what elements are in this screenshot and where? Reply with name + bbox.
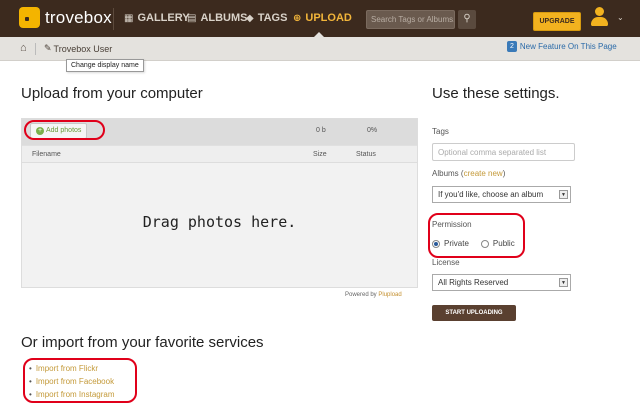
nav-gallery-label: GALLERY bbox=[137, 12, 190, 24]
album-select[interactable]: If you'd like, choose an album ▼ bbox=[432, 186, 571, 203]
import-services-list: Import from Flickr Import from Facebook … bbox=[29, 362, 115, 401]
breadcrumb-divider bbox=[35, 43, 36, 55]
add-photos-button[interactable]: + Add photos bbox=[30, 123, 88, 139]
nav-tags-label: TAGS bbox=[257, 12, 288, 24]
upload-icon: ⊕ bbox=[293, 12, 302, 24]
upload-percent: 0% bbox=[367, 127, 378, 134]
nav-albums-label: ALBUMS bbox=[200, 12, 248, 24]
albums-icon: ▤ bbox=[187, 12, 197, 24]
search-button[interactable]: ⚲ bbox=[458, 10, 476, 29]
file-list-header: Filename Size Status bbox=[22, 145, 417, 163]
column-status: Status bbox=[356, 151, 376, 158]
pencil-icon: ✎ bbox=[44, 43, 52, 53]
import-flickr-link[interactable]: Import from Flickr bbox=[29, 362, 115, 375]
uploader-header: + Add photos 0 b 0% bbox=[22, 119, 417, 145]
new-feature-link[interactable]: 2 New Feature On This Page bbox=[507, 41, 617, 52]
tags-input[interactable]: Optional comma separated list bbox=[432, 143, 575, 161]
add-photos-label: Add photos bbox=[46, 127, 82, 134]
search-icon: ⚲ bbox=[463, 13, 471, 24]
license-label: License bbox=[432, 258, 460, 267]
drop-zone[interactable]: Drag photos here. bbox=[22, 163, 417, 287]
import-heading: Or import from your favorite services bbox=[21, 334, 264, 351]
column-filename: Filename bbox=[32, 151, 61, 158]
start-uploading-button[interactable]: START UPLOADING bbox=[432, 305, 516, 321]
user-avatar-icon[interactable] bbox=[590, 7, 608, 27]
private-label: Private bbox=[444, 239, 469, 248]
tag-icon: ◆ bbox=[246, 12, 254, 24]
create-album-link[interactable]: create new bbox=[464, 169, 503, 178]
nav-tags[interactable]: ◆ TAGS bbox=[246, 12, 287, 24]
upload-heading: Upload from your computer bbox=[21, 85, 203, 102]
trovebox-logo-icon bbox=[19, 7, 40, 28]
albums-label: Albums bbox=[432, 169, 459, 178]
upgrade-button[interactable]: UPGRADE bbox=[533, 12, 581, 31]
nav-albums[interactable]: ▤ ALBUMS bbox=[187, 12, 248, 24]
plus-icon: + bbox=[36, 127, 44, 135]
import-instagram-link[interactable]: Import from Instagram bbox=[29, 388, 115, 401]
logo-text: trovebox bbox=[45, 7, 112, 27]
plupload-link[interactable]: Plupload bbox=[378, 292, 401, 298]
top-navigation-bar: trovebox ▦ GALLERY ▤ ALBUMS ◆ TAGS ⊕ UPL… bbox=[0, 0, 640, 37]
tooltip: Change display name bbox=[66, 59, 144, 72]
import-facebook-link[interactable]: Import from Facebook bbox=[29, 375, 115, 388]
column-size: Size bbox=[313, 151, 327, 158]
albums-label-row: Albums (create new) bbox=[432, 169, 506, 178]
drop-zone-text: Drag photos here. bbox=[142, 213, 297, 231]
permission-label: Permission bbox=[432, 220, 472, 229]
select-arrow-icon: ▼ bbox=[559, 278, 568, 287]
nav-upload[interactable]: ⊕ UPLOAD bbox=[293, 12, 352, 24]
chevron-down-icon[interactable]: ⌄ bbox=[617, 13, 624, 22]
home-icon[interactable]: ⌂ bbox=[20, 42, 27, 54]
nav-divider bbox=[113, 8, 114, 30]
tags-label: Tags bbox=[432, 127, 449, 136]
gallery-icon: ▦ bbox=[124, 12, 134, 24]
total-size: 0 b bbox=[316, 127, 326, 134]
trovebox-logo[interactable]: trovebox bbox=[19, 7, 112, 28]
feature-count-badge: 2 bbox=[507, 41, 517, 52]
display-name-link[interactable]: ✎ Trovebox User bbox=[44, 43, 112, 54]
private-radio[interactable] bbox=[432, 239, 440, 248]
nav-gallery[interactable]: ▦ GALLERY bbox=[124, 12, 190, 24]
display-name: Trovebox User bbox=[53, 43, 113, 54]
public-radio[interactable] bbox=[480, 239, 489, 248]
license-select[interactable]: All Rights Reserved ▼ bbox=[432, 274, 571, 291]
nav-upload-label: UPLOAD bbox=[305, 12, 352, 24]
settings-heading: Use these settings. bbox=[432, 85, 560, 102]
feature-text: New Feature On This Page bbox=[519, 42, 617, 51]
public-label: Public bbox=[492, 239, 515, 248]
select-arrow-icon: ▼ bbox=[559, 190, 568, 199]
powered-by-prefix: Powered by bbox=[345, 292, 377, 298]
license-select-value: All Rights Reserved bbox=[438, 278, 509, 287]
album-select-value: If you'd like, choose an album bbox=[438, 190, 544, 199]
permission-radios: Private Public bbox=[432, 239, 515, 248]
search-input[interactable]: Search Tags or Albums... bbox=[366, 10, 455, 29]
file-uploader: + Add photos 0 b 0% Filename Size Status… bbox=[21, 118, 418, 288]
powered-by: Powered by Plupload bbox=[345, 292, 402, 298]
